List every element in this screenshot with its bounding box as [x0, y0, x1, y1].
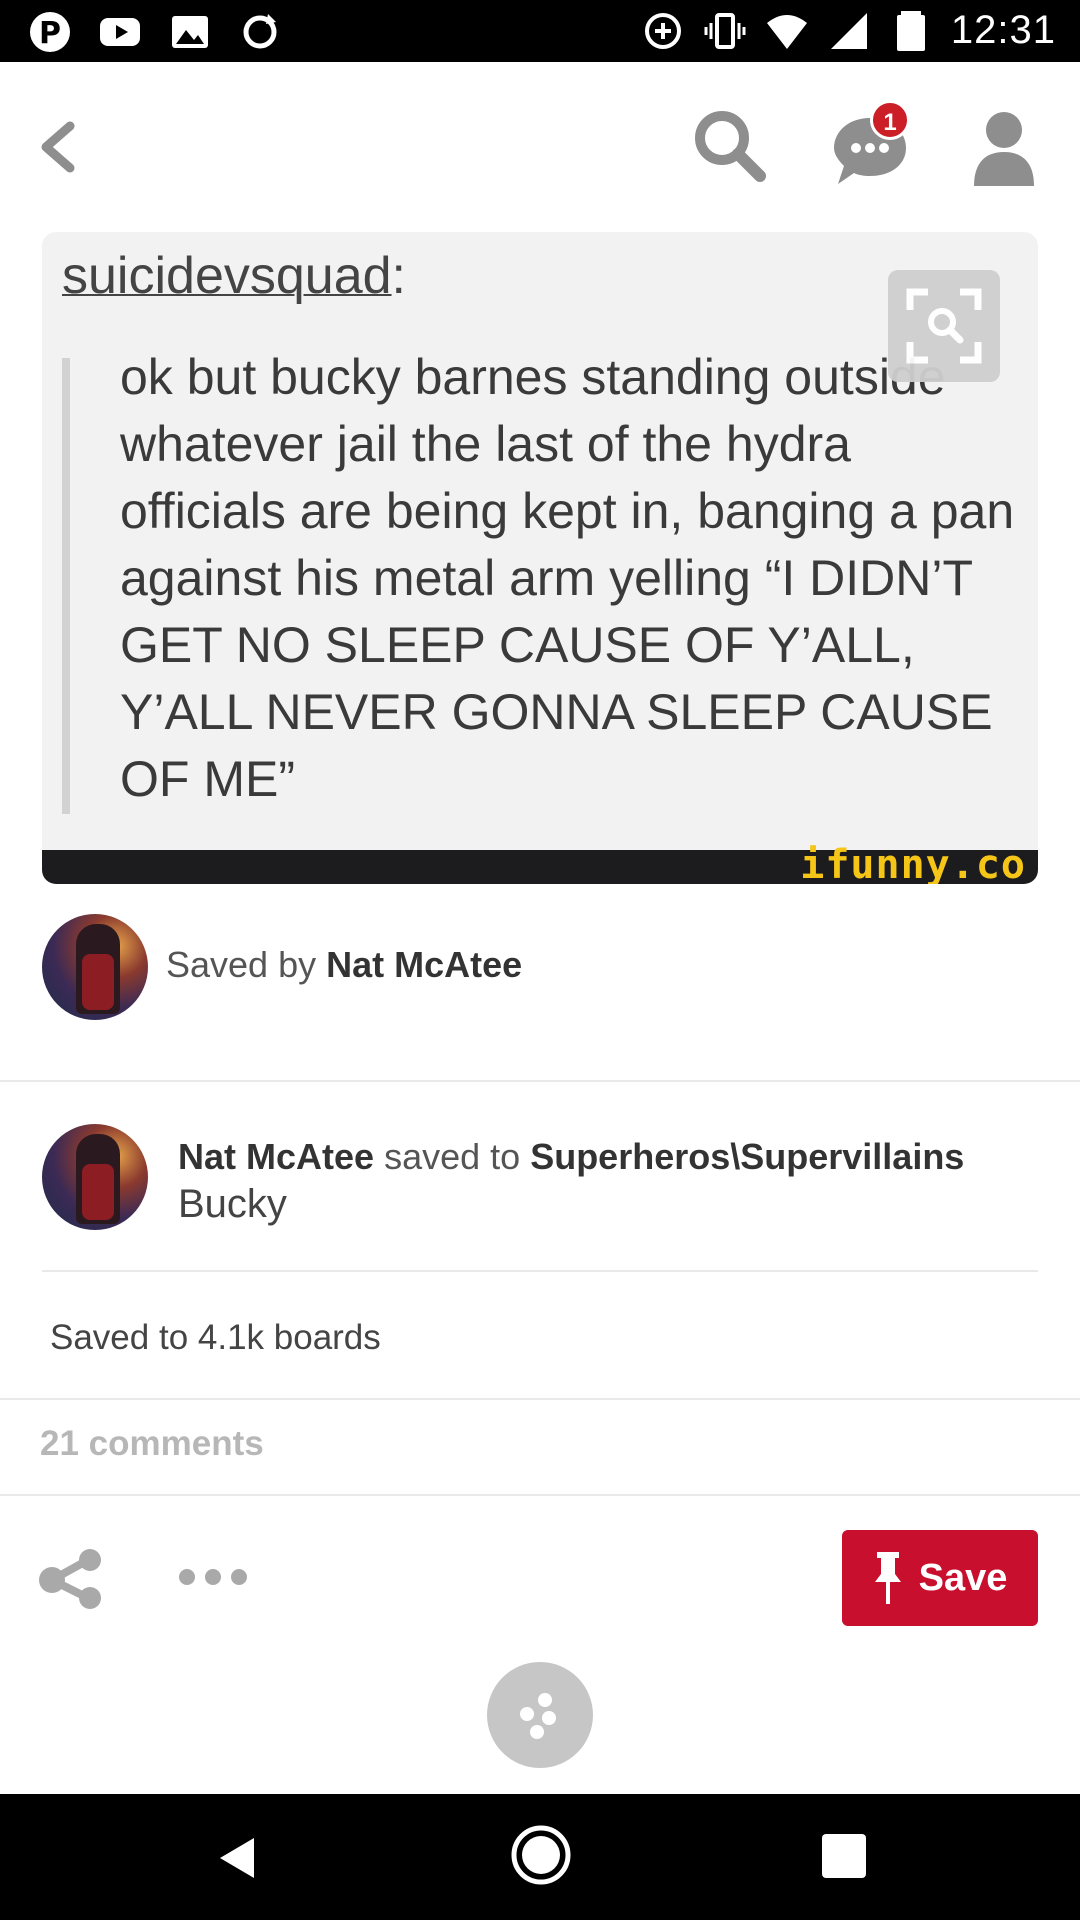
gallery-icon: [172, 16, 208, 48]
sync-icon: [243, 14, 277, 49]
divider: [0, 1080, 1080, 1082]
share-icon[interactable]: [36, 1548, 106, 1610]
nav-back-icon[interactable]: [214, 1834, 262, 1882]
app-bar: 1: [0, 62, 1080, 232]
nav-home-icon[interactable]: [510, 1824, 572, 1886]
search-icon[interactable]: [692, 108, 768, 184]
divider: [0, 1494, 1080, 1496]
quote-bar: [62, 358, 70, 814]
notification-badge: 1: [870, 100, 910, 140]
saved-to-text: Nat McAtee saved to Superheros\Supervill…: [178, 1136, 965, 1177]
ifunny-watermark: ifunny.co: [800, 842, 1026, 884]
visual-search-button[interactable]: [888, 270, 1000, 382]
battery-icon: [896, 10, 925, 51]
divider: [42, 1270, 1038, 1272]
lens-fab[interactable]: [487, 1662, 593, 1768]
status-bar: P 12:31: [0, 0, 1080, 62]
signal-icon: [830, 12, 867, 49]
saved-to-user[interactable]: Nat McAtee: [178, 1136, 374, 1177]
wifi-icon: [766, 14, 807, 49]
saved-by-text: Saved by Nat McAtee: [166, 944, 523, 985]
more-dots-icon[interactable]: [178, 1562, 248, 1592]
pin-icon: [874, 1552, 901, 1604]
divider: [0, 1398, 1080, 1400]
board-link[interactable]: Superheros\Supervillains: [530, 1136, 964, 1177]
pinterest-icon: P: [30, 12, 70, 52]
system-nav-bar: [0, 1794, 1080, 1920]
save-button[interactable]: Save: [842, 1530, 1038, 1626]
clock: 12:31: [950, 8, 1056, 52]
save-label: Save: [918, 1556, 1008, 1599]
visual-search-icon: [906, 288, 982, 364]
vibrate-icon: [704, 12, 746, 49]
comments-link[interactable]: 21 comments: [40, 1424, 264, 1464]
dots-cluster-icon: [520, 1693, 556, 1739]
youtube-icon: [100, 18, 140, 46]
saved-by-user[interactable]: Nat McAtee: [326, 944, 522, 985]
avatar[interactable]: [42, 1124, 148, 1230]
nav-recents-icon[interactable]: [822, 1834, 866, 1878]
avatar[interactable]: [42, 914, 148, 1020]
pin-image[interactable]: suicidevsquad: ok but bucky barnes stand…: [42, 232, 1038, 884]
watermark-strip: ifunny.co: [42, 842, 1038, 884]
data-saver-icon: [644, 12, 681, 49]
quote-text: ok but bucky barnes standing outside wha…: [120, 349, 1015, 807]
post-username: suicidevsquad:: [62, 247, 406, 305]
board-section-link[interactable]: Bucky: [178, 1182, 287, 1227]
person-icon[interactable]: [972, 110, 1036, 186]
svg-text:P: P: [39, 16, 61, 51]
chevron-left-icon[interactable]: [30, 112, 90, 182]
boards-count[interactable]: Saved to 4.1k boards: [50, 1318, 381, 1358]
